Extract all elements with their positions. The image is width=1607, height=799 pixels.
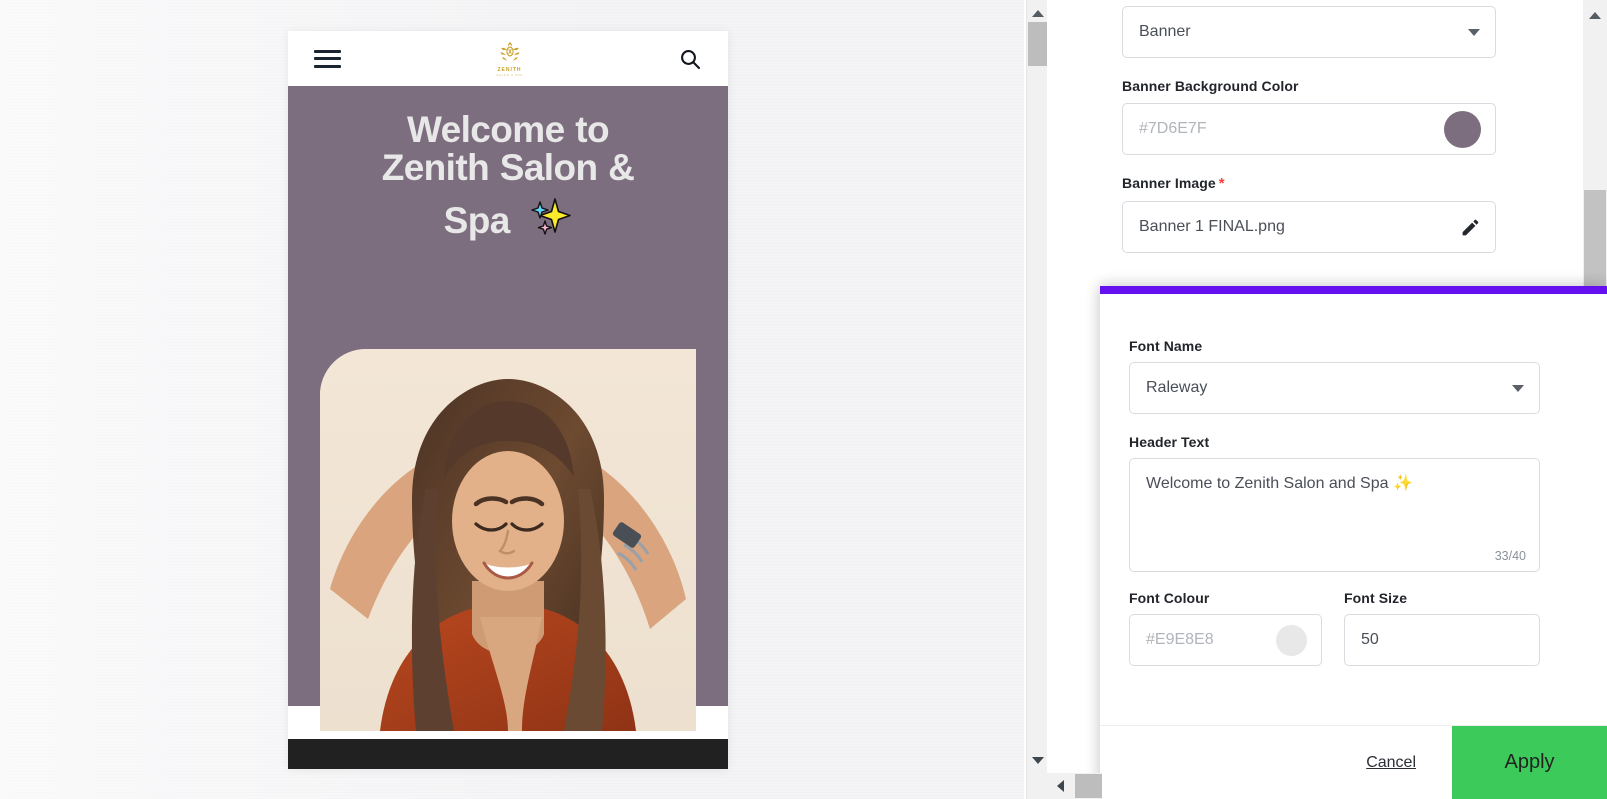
horizontal-scrollbar-thumb[interactable] bbox=[1075, 774, 1102, 798]
font-size-label: Font Size bbox=[1344, 590, 1408, 606]
form-panel-scrollbar-thumb[interactable] bbox=[1584, 190, 1606, 290]
pencil-icon[interactable] bbox=[1460, 217, 1481, 238]
banner-image-label-text: Banner Image bbox=[1122, 175, 1216, 191]
app-root: ZENITH SALON & SPA Welcome to Zenith Sal… bbox=[0, 0, 1607, 799]
banner-headline: Welcome to Zenith Salon & Spa bbox=[288, 109, 728, 242]
banner-bg-color-label: Banner Background Color bbox=[1122, 78, 1299, 94]
modal-accent-bar bbox=[1100, 286, 1607, 294]
banner-image bbox=[320, 349, 696, 731]
banner-preview: Welcome to Zenith Salon & Spa bbox=[288, 86, 728, 731]
laurel-crest-icon bbox=[497, 40, 523, 66]
triangle-down-icon[interactable] bbox=[1027, 750, 1048, 771]
font-name-select[interactable]: Raleway bbox=[1129, 362, 1540, 414]
cancel-button[interactable]: Cancel bbox=[1366, 754, 1416, 772]
hamburger-icon[interactable] bbox=[314, 49, 341, 68]
phone-preview: ZENITH SALON & SPA Welcome to Zenith Sal… bbox=[288, 31, 728, 769]
font-colour-input[interactable]: #E9E8E8 bbox=[1129, 614, 1322, 666]
preview-footer bbox=[288, 739, 728, 769]
chevron-down-icon bbox=[1512, 384, 1524, 392]
preview-scrollbar-thumb[interactable] bbox=[1028, 22, 1047, 66]
sparkles-emoji bbox=[526, 193, 572, 246]
font-size-input[interactable]: 50 bbox=[1344, 614, 1540, 666]
required-asterisk: * bbox=[1218, 175, 1225, 192]
color-size-row: Font Colour #E9E8E8 Font Size 50 bbox=[1129, 590, 1578, 666]
modal-footer: Cancel Apply bbox=[1100, 725, 1607, 799]
type-value: Banner bbox=[1139, 23, 1191, 40]
triangle-left-icon[interactable] bbox=[1047, 773, 1073, 799]
modal-body: Font Name Raleway Header Text Welcome to… bbox=[1100, 294, 1607, 666]
preview-topbar: ZENITH SALON & SPA bbox=[288, 31, 728, 86]
header-text-value: Welcome to Zenith Salon and Spa ✨ bbox=[1146, 475, 1413, 492]
font-name-value: Raleway bbox=[1146, 379, 1208, 396]
apply-button[interactable]: Apply bbox=[1452, 725, 1607, 799]
font-colour-value: #E9E8E8 bbox=[1146, 631, 1214, 648]
banner-image-input[interactable]: Banner 1 FINAL.png bbox=[1122, 201, 1496, 253]
header-settings-modal: Font Name Raleway Header Text Welcome to… bbox=[1100, 286, 1607, 799]
type-select[interactable]: Banner bbox=[1122, 6, 1496, 58]
font-size-value: 50 bbox=[1361, 631, 1379, 648]
color-swatch[interactable] bbox=[1276, 624, 1307, 656]
font-size-group: Font Size 50 bbox=[1344, 590, 1540, 666]
character-counter: 33/40 bbox=[1494, 549, 1526, 563]
horizontal-scrollbar[interactable] bbox=[1047, 773, 1102, 799]
search-icon[interactable] bbox=[678, 47, 702, 71]
font-colour-label: Font Colour bbox=[1129, 590, 1210, 606]
brand-logo: ZENITH SALON & SPA bbox=[490, 37, 530, 81]
triangle-up-icon[interactable] bbox=[1027, 3, 1048, 24]
brand-tagline: SALON & SPA bbox=[496, 73, 523, 77]
form-fields: Type* Banner Banner Background Color #7D… bbox=[1122, 0, 1522, 273]
header-text-label: Header Text bbox=[1129, 434, 1210, 450]
headline-line-2: Zenith Salon & bbox=[381, 147, 635, 189]
banner-bg-color-value: #7D6E7F bbox=[1139, 120, 1207, 137]
banner-image-value: Banner 1 FINAL.png bbox=[1139, 218, 1285, 235]
chevron-down-icon bbox=[1468, 28, 1480, 36]
headline-line-3: Spa bbox=[443, 200, 511, 242]
color-swatch[interactable] bbox=[1444, 110, 1481, 148]
headline-line-1: Welcome to bbox=[407, 109, 610, 150]
banner-bg-color-input[interactable]: #7D6E7F bbox=[1122, 103, 1496, 155]
triangle-up-icon[interactable] bbox=[1583, 4, 1607, 26]
preview-scrollbar[interactable] bbox=[1026, 0, 1047, 799]
banner-image-label: Banner Image * bbox=[1122, 175, 1522, 192]
font-name-label: Font Name bbox=[1129, 338, 1203, 354]
header-text-textarea[interactable]: Welcome to Zenith Salon and Spa ✨ 33/40 bbox=[1129, 458, 1540, 572]
preview-canvas: ZENITH SALON & SPA Welcome to Zenith Sal… bbox=[0, 0, 1047, 799]
font-colour-group: Font Colour #E9E8E8 bbox=[1129, 590, 1322, 666]
